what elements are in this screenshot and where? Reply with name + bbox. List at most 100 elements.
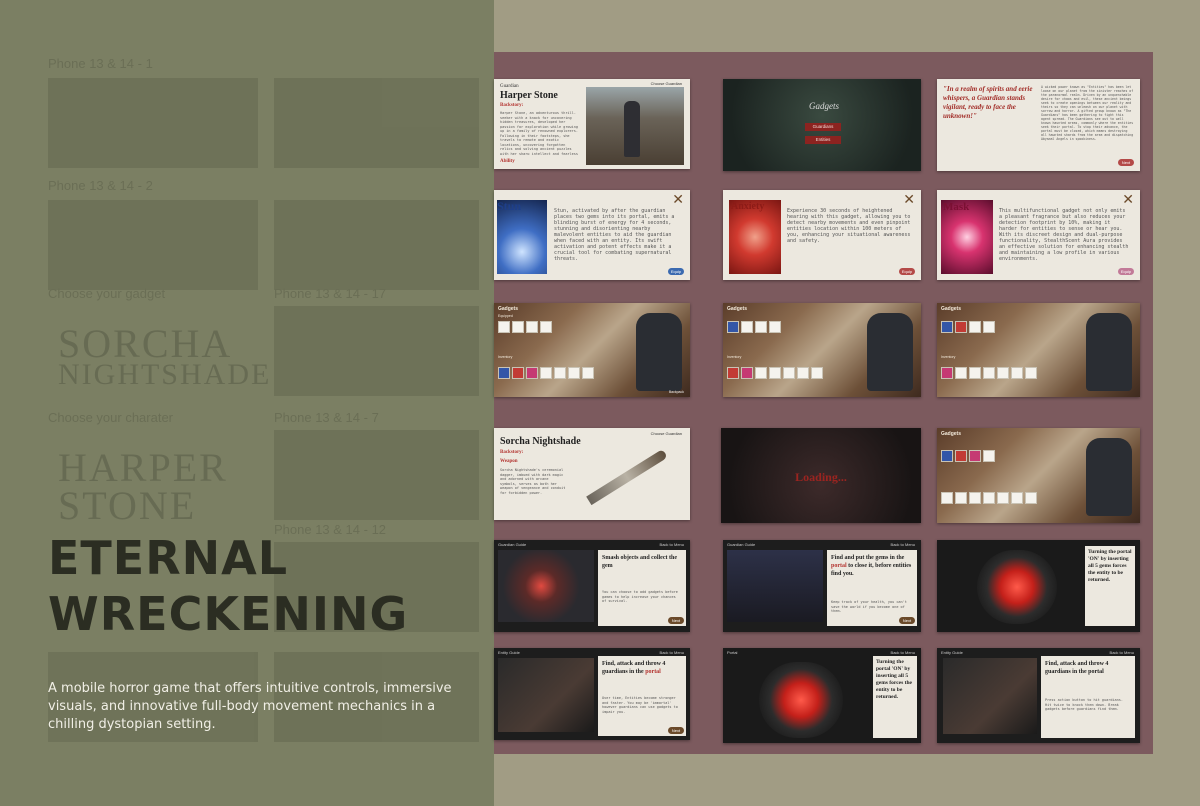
lore-body: A wicked power known as "Entities" has b…	[1041, 85, 1134, 141]
inventory-slot[interactable]	[1025, 492, 1037, 504]
inventory-slot[interactable]	[783, 367, 795, 379]
equipped-slot[interactable]	[526, 321, 538, 333]
next-button[interactable]: Next	[668, 727, 684, 734]
screen-lore[interactable]: "In a realm of spirits and eerie whisper…	[937, 79, 1140, 171]
close-icon[interactable]: ✕	[672, 192, 684, 208]
inventory-slot[interactable]	[1011, 492, 1023, 504]
guardians-button[interactable]: Guardians	[805, 123, 841, 131]
equipped-slot-stun[interactable]	[727, 321, 739, 333]
screen-entity-guide-2[interactable]: Entity Guide Back to Menu Find, attack a…	[937, 648, 1140, 743]
inventory-slot[interactable]	[1025, 367, 1037, 379]
equipped-slot[interactable]	[983, 450, 995, 462]
mask-equip-button[interactable]: Equip	[1118, 268, 1134, 275]
inventory-slot[interactable]	[955, 492, 967, 504]
inventory-slot[interactable]	[554, 367, 566, 379]
inventory-slot[interactable]	[797, 367, 809, 379]
ghost-frame	[274, 430, 479, 520]
inventory-slot[interactable]	[769, 367, 781, 379]
screen-anxiety[interactable]: Anxiety Experience 30 seconds of heighte…	[723, 190, 921, 280]
equipped-label: Equipped	[498, 314, 513, 318]
inventory-slot-mask[interactable]	[526, 367, 538, 379]
choose-guardian-link[interactable]: Choose Guardian	[651, 431, 682, 436]
equipped-slot[interactable]	[498, 321, 510, 333]
project-description: A mobile horror game that offers intuiti…	[48, 681, 452, 732]
screen-gadgets-3[interactable]: Gadgets Inventory	[937, 303, 1140, 397]
lore-next-button[interactable]: Next	[1118, 159, 1134, 166]
title-line-1: ETERNAL	[48, 531, 289, 585]
inventory-slot[interactable]	[969, 492, 981, 504]
next-button[interactable]: Next	[668, 617, 684, 624]
guide-text-panel: Find, attack and throw 4 guardians in th…	[598, 656, 686, 736]
inventory-slot-mask[interactable]	[941, 367, 953, 379]
inventory-slot[interactable]	[540, 367, 552, 379]
inventory-slot-anxiety[interactable]	[512, 367, 524, 379]
inventory-label: Inventory	[941, 355, 956, 359]
inventory-slot[interactable]	[755, 367, 767, 379]
equipped-slot-anxiety[interactable]	[955, 321, 967, 333]
screen-main-menu[interactable]: Gadgets Guardians Entities	[723, 79, 921, 171]
character-figure	[867, 313, 913, 391]
equipped-slot-stun[interactable]	[941, 321, 953, 333]
equipped-slot[interactable]	[741, 321, 753, 333]
equipped-slot-anxiety[interactable]	[955, 450, 967, 462]
inventory-slot[interactable]	[1011, 367, 1023, 379]
sorcha-weapon-label: Weapon	[500, 459, 518, 464]
screen-sorcha[interactable]: Sorcha Nightshade Backstory: Weapon Sorc…	[494, 428, 690, 520]
inventory-slot[interactable]	[955, 367, 967, 379]
back-to-menu-link[interactable]: Back to Menu	[1110, 650, 1134, 655]
screen-guardian-guide-2[interactable]: Guardian Guide Back to Menu Find and put…	[723, 540, 921, 632]
screen-gadgets-1[interactable]: Gadgets Equipped Inventory Backpack	[494, 303, 690, 397]
screen-entity-guide-1[interactable]: Entity Guide Back to Menu Find, attack a…	[494, 648, 690, 740]
back-to-menu-link[interactable]: Back to Menu	[660, 542, 684, 547]
inventory-slot[interactable]	[941, 492, 953, 504]
equipped-slot[interactable]	[769, 321, 781, 333]
inventory-slot[interactable]	[568, 367, 580, 379]
equipped-slot[interactable]	[540, 321, 552, 333]
stun-equip-button[interactable]: Equip	[668, 268, 684, 275]
inventory-slot[interactable]	[983, 367, 995, 379]
inventory-slot[interactable]	[811, 367, 823, 379]
back-to-menu-link[interactable]: Back to Menu	[891, 650, 915, 655]
inventory-slot[interactable]	[582, 367, 594, 379]
screen-portal-2[interactable]: Portal Back to Menu Turning the portal '…	[723, 648, 921, 743]
backpack-link[interactable]: Backpack	[669, 390, 684, 394]
choose-guardian-link[interactable]: Choose Guardian	[651, 81, 682, 86]
inventory-slot[interactable]	[969, 367, 981, 379]
screen-mask[interactable]: Mask This multifunctional gadget not onl…	[937, 190, 1140, 280]
portal-text: Turning the portal 'ON' by inserting all…	[876, 659, 912, 700]
gadgets-label: Gadgets	[498, 306, 519, 312]
next-button[interactable]: Next	[899, 617, 915, 624]
guide-gameplay-image	[498, 550, 594, 622]
anxiety-equip-button[interactable]: Equip	[899, 268, 915, 275]
guide-body: Over time, Entities become stronger and …	[602, 696, 678, 714]
inventory-slot-stun[interactable]	[498, 367, 510, 379]
dagger-image	[586, 448, 668, 506]
ghost-frame	[274, 200, 479, 290]
equipped-slot[interactable]	[755, 321, 767, 333]
entities-button[interactable]: Entities	[805, 136, 841, 144]
inventory-slot-anxiety[interactable]	[727, 367, 739, 379]
harper-backstory: Harper Stone, an adventurous thrill-seek…	[500, 111, 578, 155]
inventory-slot[interactable]	[997, 367, 1009, 379]
gadgets-label: Gadgets	[941, 431, 962, 437]
equipped-slot-mask[interactable]	[969, 450, 981, 462]
equipped-slot-stun[interactable]	[941, 450, 953, 462]
screen-stun[interactable]: Stun Stun, activated by after the guardi…	[494, 190, 690, 280]
back-to-menu-link[interactable]: Back to Menu	[891, 542, 915, 547]
screen-guardian-guide-1[interactable]: Guardian Guide Back to Menu Smash object…	[494, 540, 690, 632]
equipped-slot[interactable]	[983, 321, 995, 333]
inventory-slot[interactable]	[997, 492, 1009, 504]
back-to-menu-link[interactable]: Back to Menu	[660, 650, 684, 655]
inventory-slot[interactable]	[983, 492, 995, 504]
close-icon[interactable]: ✕	[1122, 192, 1134, 208]
guide-gameplay-image	[727, 550, 823, 622]
guide-text-panel: Find, attack and throw 4 guardians in th…	[1041, 656, 1135, 738]
screen-gadgets-2[interactable]: Gadgets Inventory	[723, 303, 921, 397]
equipped-slot[interactable]	[969, 321, 981, 333]
close-icon[interactable]: ✕	[903, 192, 915, 208]
guide-text-panel: Find and put the gems in the portal to c…	[827, 550, 917, 626]
screen-gadgets-4[interactable]: Gadgets	[937, 428, 1140, 523]
screen-harper-stone[interactable]: Guardian Harper Stone Backstory: Harper …	[494, 79, 690, 169]
inventory-slot-mask[interactable]	[741, 367, 753, 379]
equipped-slot[interactable]	[512, 321, 524, 333]
